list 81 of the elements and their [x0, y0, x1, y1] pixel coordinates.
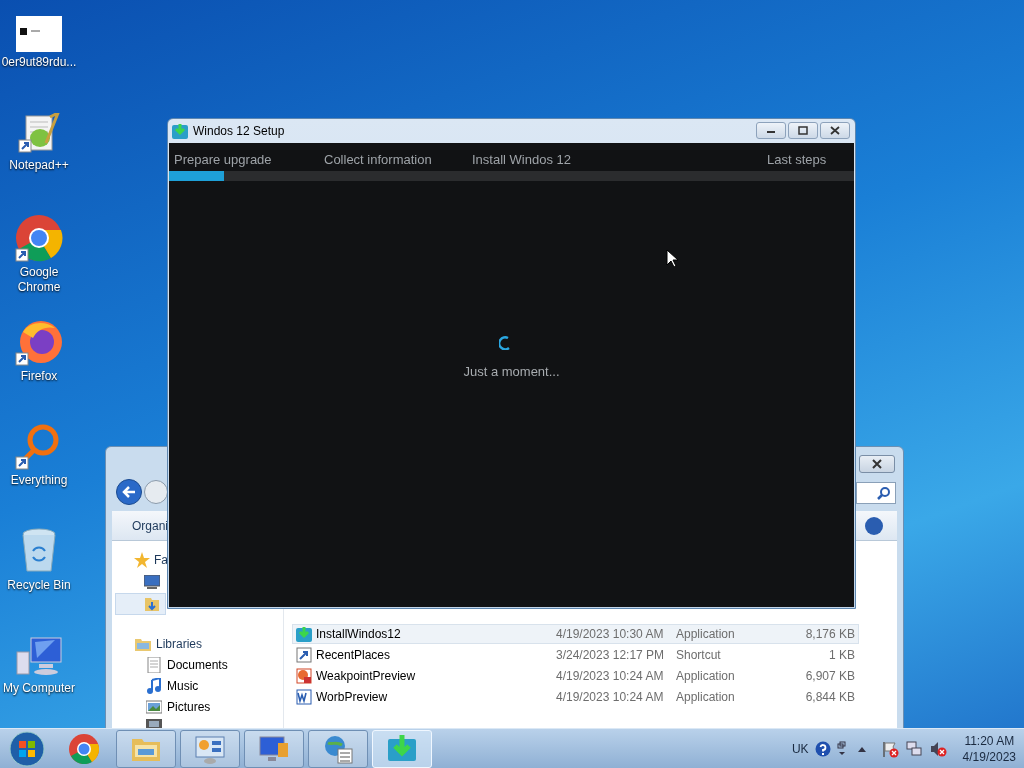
- file-name: RecentPlaces: [316, 647, 392, 664]
- picture-icon: [146, 699, 162, 715]
- file-date: 4/19/2023 10:24 AM: [556, 689, 665, 706]
- search-icon: [877, 486, 891, 500]
- file-name: InstallWindos12: [316, 626, 402, 643]
- download-folder-icon: [144, 596, 160, 612]
- video-icon: [146, 719, 162, 729]
- close-button[interactable]: [859, 455, 895, 473]
- taskbar-button[interactable]: [244, 729, 304, 768]
- cursor-icon: [666, 249, 678, 267]
- loading-spinner-icon: [499, 336, 511, 350]
- maximize-icon: [797, 125, 809, 136]
- file-type: Application: [676, 668, 736, 685]
- notepad-icon[interactable]: [18, 113, 60, 155]
- icon-label[interactable]: Notepad++: [0, 158, 78, 173]
- taskbar-button[interactable]: [116, 729, 176, 768]
- icon-label[interactable]: 0er9ut89rdu...: [0, 55, 78, 70]
- file-date: 4/19/2023 10:30 AM: [556, 626, 665, 643]
- file-row[interactable]: RecentPlaces 3/24/2023 12:17 PM Shortcut 1 KB: [292, 645, 859, 665]
- close-icon: [829, 125, 841, 136]
- computer-icon[interactable]: [15, 634, 63, 678]
- icon-label[interactable]: Firefox: [0, 369, 78, 384]
- step-label: Collect information: [324, 151, 432, 169]
- file-type: Application: [676, 689, 736, 706]
- taskbar-button[interactable]: [308, 729, 368, 768]
- document-icon[interactable]: [16, 16, 62, 52]
- clock[interactable]: 11:20 AM 4/19/2023: [962, 732, 1016, 765]
- file-size: 6,907 KB: [804, 668, 856, 685]
- status-message: Just a moment...: [462, 363, 561, 381]
- step-label: Last steps: [767, 151, 827, 169]
- input-options-icon[interactable]: [836, 740, 847, 757]
- back-arrow-icon: [122, 486, 136, 498]
- close-button[interactable]: [820, 122, 850, 139]
- back-button[interactable]: [116, 479, 142, 505]
- file-type: Shortcut: [676, 647, 722, 664]
- download-icon: [172, 123, 188, 139]
- file-size: 6,844 KB: [804, 689, 856, 706]
- file-size: 1 KB: [828, 647, 856, 664]
- libraries-label[interactable]: Libraries: [156, 635, 203, 653]
- sidebar-item[interactable]: Pictures: [167, 698, 211, 716]
- organize-menu[interactable]: Organi: [132, 516, 169, 535]
- sidebar-item[interactable]: Documents: [167, 656, 228, 674]
- icon-label[interactable]: Google Chrome: [0, 265, 78, 295]
- search-field[interactable]: [856, 482, 896, 504]
- desktop-icon[interactable]: [144, 575, 160, 589]
- libraries-icon: [134, 636, 152, 652]
- star-icon: [134, 552, 150, 568]
- minimize-button[interactable]: [756, 122, 786, 139]
- file-row[interactable]: WeakpointPreview 4/19/2023 10:24 AM Application 6,907 KB: [292, 666, 859, 686]
- recycle-bin-icon[interactable]: [19, 527, 59, 575]
- shortcut-icon: [296, 647, 312, 663]
- favorites-label[interactable]: Fa: [154, 551, 168, 569]
- maximize-button[interactable]: [788, 122, 818, 139]
- flag-icon[interactable]: [880, 739, 899, 758]
- file-name: WeakpointPreview: [316, 668, 417, 685]
- step-label: Prepare upgrade: [174, 151, 272, 169]
- file-row[interactable]: InstallWindos12 4/19/2023 10:30 AM Application 8,176 KB: [292, 624, 859, 644]
- network-icon[interactable]: [904, 739, 923, 758]
- file-name: WorbPreview: [316, 689, 389, 706]
- download-icon: [296, 626, 312, 642]
- start-button[interactable]: [9, 730, 45, 767]
- slides-icon: [296, 668, 312, 684]
- taskbar-button[interactable]: [180, 729, 240, 768]
- chrome-icon[interactable]: [15, 214, 63, 262]
- chrome-icon: [68, 732, 100, 765]
- icon-label[interactable]: Everything: [0, 473, 78, 488]
- file-date: 3/24/2023 12:17 PM: [556, 647, 666, 664]
- file-type: Application: [676, 626, 736, 643]
- document-icon: [296, 689, 312, 705]
- sidebar-item[interactable]: Music: [167, 677, 199, 695]
- file-date: 4/19/2023 10:24 AM: [556, 668, 665, 685]
- music-note-icon: [146, 678, 162, 694]
- close-icon: [872, 459, 882, 469]
- file-size: 8,176 KB: [804, 626, 856, 643]
- icon-label[interactable]: Recycle Bin: [0, 578, 78, 593]
- step-label: Install Windos 12: [472, 151, 571, 169]
- firefox-icon[interactable]: [15, 318, 63, 366]
- file-row[interactable]: WorbPreview 4/19/2023 10:24 AM Application 6,844 KB: [292, 687, 859, 707]
- document-icon: [146, 657, 162, 673]
- language-indicator[interactable]: UK: [791, 739, 809, 758]
- window-title: Windos 12 Setup: [193, 123, 285, 140]
